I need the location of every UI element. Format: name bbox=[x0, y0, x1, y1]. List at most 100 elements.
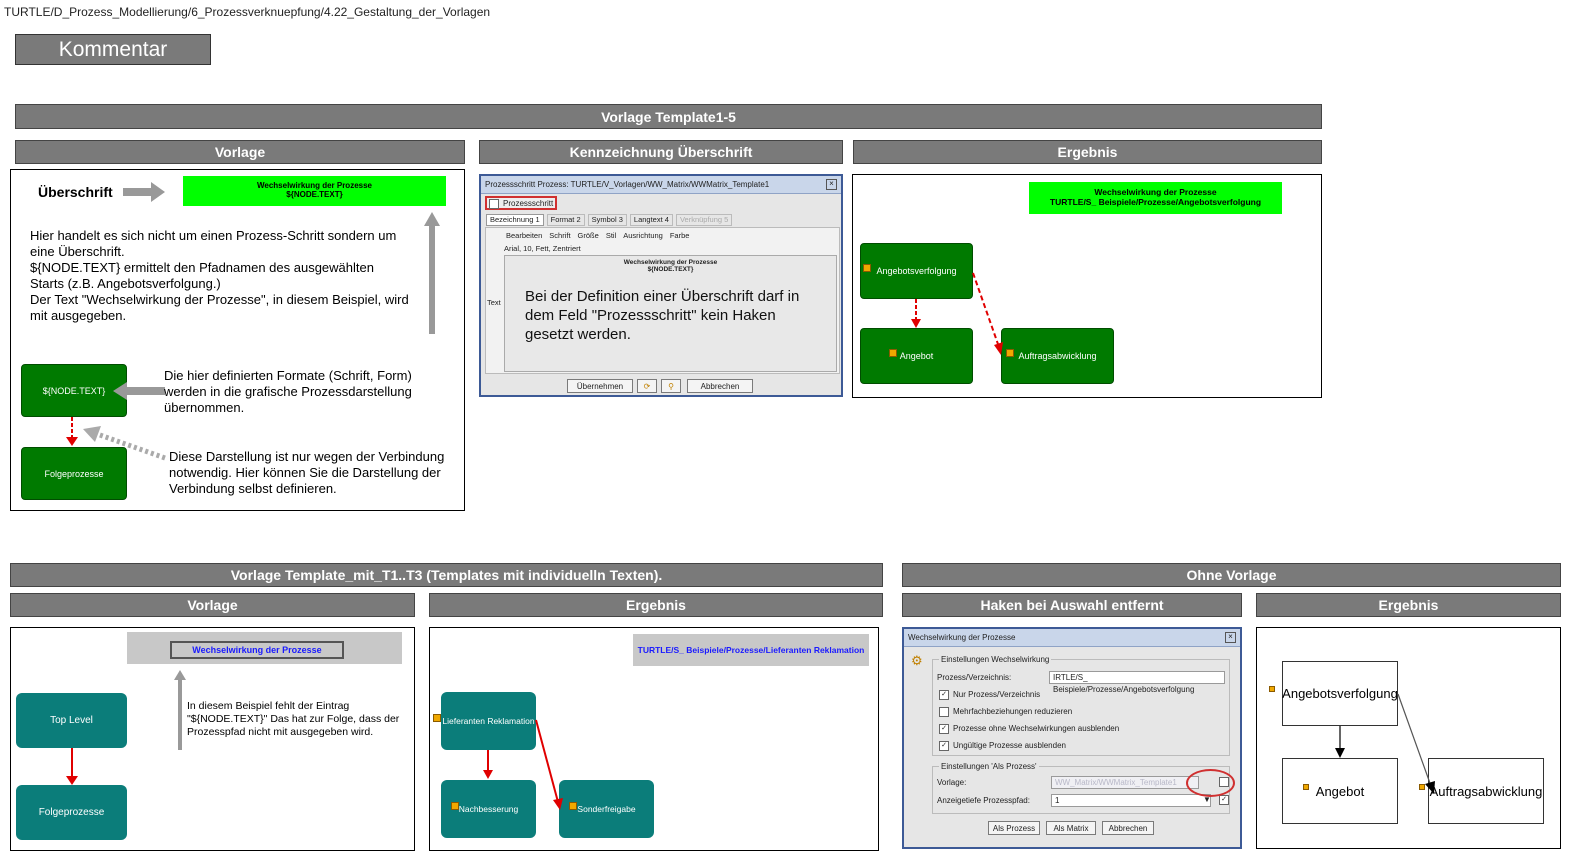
checkbox-icon bbox=[489, 198, 499, 209]
menu-schrift[interactable]: Schrift bbox=[549, 231, 570, 240]
option-label: Nur Prozess/Verzeichnis bbox=[953, 690, 1041, 700]
menu-stil[interactable]: Stil bbox=[606, 231, 616, 240]
highlight-circle bbox=[1186, 769, 1235, 797]
darstellung-text: Diese Darstellung ist nur wegen der Verb… bbox=[169, 449, 445, 496]
tiefe-label: Anzeigetiefe Prozesspfad: bbox=[937, 796, 1030, 805]
ergebnis-connectors bbox=[483, 719, 563, 810]
dialog-titlebar: Wechselwirkung der Prozesse × bbox=[904, 629, 1240, 647]
template-header: Wechselwirkung der Prozesse bbox=[170, 641, 344, 659]
menu-farbe[interactable]: Farbe bbox=[670, 231, 690, 240]
checkbox-checked-icon: ✓ bbox=[939, 741, 949, 751]
section1-title: Vorlage Template1-5 bbox=[15, 104, 1322, 129]
uebernehmen-button[interactable]: Übernehmen bbox=[567, 379, 633, 393]
description-para3: Der Text "Wechselwirkung der Prozesse", … bbox=[30, 292, 409, 323]
checkbox-label: Prozessschritt bbox=[503, 199, 554, 208]
ergebnis-connectors bbox=[911, 272, 1003, 355]
template-header-bg: Wechselwirkung der Prozesse bbox=[127, 632, 402, 664]
dialog-title: Wechselwirkung der Prozesse bbox=[908, 633, 1016, 642]
tab-langtext[interactable]: Langtext 4 bbox=[629, 214, 673, 226]
editor-area: Bearbeiten Schrift Größe Stil Ausrichtun… bbox=[485, 227, 840, 374]
tab-verknuepfung[interactable]: Verknüpfung 5 bbox=[675, 214, 733, 226]
tab-bezeichnung[interactable]: Bezeichnung 1 bbox=[486, 214, 544, 226]
text-editor[interactable]: Wechselwirkung der Prozesse ${NODE.TEXT}… bbox=[504, 255, 837, 372]
definition-note: Bei der Definition einer Überschrift dar… bbox=[525, 288, 800, 343]
section1-ergebnis-panel: Wechselwirkung der Prozesse TURTLE/S_ Be… bbox=[852, 174, 1322, 398]
als-matrix-button[interactable]: Als Matrix bbox=[1046, 821, 1096, 835]
group-als-prozess: Einstellungen 'Als Prozess' Vorlage: WW_… bbox=[932, 762, 1233, 814]
section3-ergebnis-panel: Angebotsverfolgung Angebot Auftragsabwic… bbox=[1256, 627, 1561, 849]
connector-arrow bbox=[66, 417, 78, 446]
dialog-title: Prozessschritt Prozess: TURTLE/V_Vorlage… bbox=[485, 180, 770, 189]
checkbox-checked-icon: ✓ bbox=[939, 690, 949, 700]
folgeprozesse-box: Folgeprozesse bbox=[16, 785, 127, 840]
description-para1: Hier handelt es sich nicht um einen Proz… bbox=[30, 228, 397, 259]
right-arrow-icon bbox=[123, 182, 165, 202]
section3-col-ergebnis: Ergebnis bbox=[1256, 593, 1561, 617]
close-icon[interactable]: × bbox=[826, 179, 837, 190]
refresh-button[interactable]: ⟳ bbox=[637, 379, 657, 393]
menu-ausrichtung[interactable]: Ausrichtung bbox=[623, 231, 663, 240]
path-field[interactable]: IRTLE/S_ Beispiele/Prozesse/Angebotsverf… bbox=[1049, 671, 1225, 694]
section3-col-haken: Haken bei Auswahl entfernt bbox=[902, 593, 1242, 617]
tab-format[interactable]: Format 2 bbox=[546, 214, 585, 226]
option-ungueltig[interactable]: ✓ Ungültige Prozesse ausblenden bbox=[939, 741, 1066, 751]
prozessschritt-dialog: Prozessschritt Prozess: TURTLE/V_Vorlage… bbox=[479, 174, 843, 397]
path-label: Prozess/Verzeichnis: bbox=[937, 673, 1012, 682]
text-label: Text bbox=[487, 298, 501, 307]
menu-bearbeiten[interactable]: Bearbeiten bbox=[506, 231, 542, 240]
pin-button[interactable]: ⚲ bbox=[661, 379, 681, 393]
wechselwirkung-dialog: Wechselwirkung der Prozesse × ⚙ Einstell… bbox=[902, 627, 1242, 849]
settings-gear-icon: ⚙ bbox=[911, 653, 923, 668]
group-wechselwirkung: Einstellungen Wechselwirkung Prozess/Ver… bbox=[932, 655, 1230, 756]
vorlage-label: Vorlage: bbox=[937, 778, 967, 787]
section2-ergebnis-panel: TURTLE/S_ Beispiele/Prozesse/Lieferanten… bbox=[429, 627, 879, 851]
section1-col-ergebnis: Ergebnis bbox=[853, 140, 1322, 164]
checkbox-icon bbox=[939, 707, 949, 717]
header-template-box: Wechselwirkung der Prozesse ${NODE.TEXT} bbox=[183, 176, 446, 206]
connector-arrow bbox=[66, 748, 78, 785]
section1-col-kennzeichnung: Kennzeichnung Überschrift bbox=[479, 140, 843, 164]
abbrechen-button[interactable]: Abbrechen bbox=[1102, 821, 1154, 835]
section2-col-ergebnis: Ergebnis bbox=[429, 593, 883, 617]
group-label: Einstellungen 'Als Prozess' bbox=[939, 762, 1039, 771]
prozessschritt-checkbox[interactable]: Prozessschritt bbox=[485, 196, 557, 210]
editor-line2: ${NODE.TEXT} bbox=[647, 266, 694, 273]
formats-text: Die hier definierten Formate (Schrift, F… bbox=[164, 368, 412, 415]
option-label: Ungültige Prozesse ausblenden bbox=[953, 741, 1066, 751]
option-mehrfach[interactable]: Mehrfachbeziehungen reduzieren bbox=[939, 707, 1072, 717]
description-text: Hier handelt es sich nicht um einen Proz… bbox=[30, 228, 410, 324]
dialog-tabs: Bezeichnung 1 Format 2 Symbol 3 Langtext… bbox=[486, 214, 841, 226]
abbrechen-button[interactable]: Abbrechen bbox=[687, 379, 753, 393]
close-icon[interactable]: × bbox=[1225, 632, 1236, 643]
editor-line1: Wechselwirkung der Prozesse bbox=[623, 259, 718, 266]
header-line2: ${NODE.TEXT} bbox=[286, 190, 343, 199]
group-label: Einstellungen Wechselwirkung bbox=[939, 655, 1052, 664]
tab-symbol[interactable]: Symbol 3 bbox=[587, 214, 627, 226]
kommentar-button[interactable]: Kommentar bbox=[15, 34, 211, 65]
checkbox-checked-icon: ✓ bbox=[1219, 795, 1229, 805]
breadcrumb: TURTLE/D_Prozess_Modellierung/6_Prozessv… bbox=[4, 5, 491, 19]
vorlage-field[interactable]: WW_Matrix/WWMatrix_Template1 bbox=[1051, 776, 1199, 789]
option-label: Mehrfachbeziehungen reduzieren bbox=[953, 707, 1073, 717]
tiefe-select[interactable]: 1 bbox=[1051, 794, 1211, 807]
editor-menu: Bearbeiten Schrift Größe Stil Ausrichtun… bbox=[506, 231, 689, 240]
option-label: Prozesse ohne Wechselwirkungen ausblende… bbox=[953, 724, 1120, 734]
tiefe-checkbox[interactable]: ✓ bbox=[1219, 795, 1233, 805]
section1-vorlage-panel: Überschrift Wechselwirkung der Prozesse … bbox=[10, 169, 465, 511]
section2-col-vorlage: Vorlage bbox=[10, 593, 415, 617]
header-line1: Wechselwirkung der Prozesse bbox=[256, 181, 372, 190]
option-nur-prozess[interactable]: ✓ Nur Prozess/Verzeichnis bbox=[939, 690, 1040, 700]
section1-col-vorlage: Vorlage bbox=[15, 140, 465, 164]
als-prozess-button[interactable]: Als Prozess bbox=[988, 821, 1040, 835]
dotted-arrow-icon bbox=[83, 426, 166, 461]
menu-groesse[interactable]: Größe bbox=[578, 231, 599, 240]
option-ohne-ww[interactable]: ✓ Prozesse ohne Wechselwirkungen ausblend… bbox=[939, 724, 1119, 734]
checkbox-checked-icon: ✓ bbox=[939, 724, 949, 734]
ueberschrift-label: Überschrift bbox=[38, 184, 113, 200]
ergebnis-connectors bbox=[1335, 693, 1435, 794]
dialog-titlebar: Prozessschritt Prozess: TURTLE/V_Vorlage… bbox=[481, 176, 841, 194]
node-text-box: ${NODE.TEXT} bbox=[21, 364, 127, 417]
font-info: Arial, 10, Fett, Zentriert bbox=[504, 244, 581, 253]
top-level-box: Top Level bbox=[16, 693, 127, 748]
left-arrow-icon bbox=[113, 382, 165, 400]
